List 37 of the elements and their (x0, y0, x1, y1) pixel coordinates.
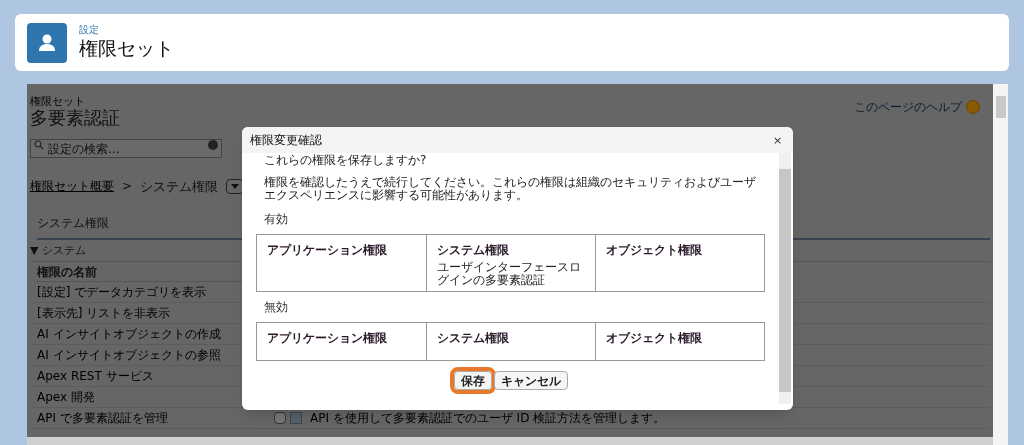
permission-name: [表示先] リストを非表示 (37, 305, 171, 322)
dialog-title: 権限変更確認 (250, 132, 322, 149)
vertical-scrollbar[interactable] (993, 84, 1008, 445)
breadcrumb-link[interactable]: 設定 (79, 24, 174, 37)
table-header: オブジェクト権限 (606, 331, 703, 347)
horizontal-scrollbar[interactable] (27, 437, 993, 445)
permission-name: AI インサイトオブジェクトの作成 (37, 326, 221, 343)
page-title: 権限セット (79, 36, 174, 61)
section-label: 無効 (264, 299, 289, 317)
checkbox[interactable] (274, 412, 286, 424)
page-subtitle: 権限セット (30, 96, 86, 107)
dialog-message: 権限を確認したうえで続行してください。これらの権限は組織のセキュリティおよびユーザエクスペリエンスに影響する可能性があります。 (264, 176, 757, 203)
permission-name: Apex REST サービス (37, 368, 154, 385)
breadcrumb-separator: > (122, 178, 133, 196)
close-button[interactable]: × (770, 132, 785, 148)
dialog-scrollbar[interactable] (779, 153, 791, 404)
search-icon (34, 139, 44, 150)
breadcrumb-link[interactable]: 権限セット概要 (30, 177, 114, 196)
section-label: 有効 (264, 211, 289, 229)
permission-name: AI インサイトオブジェクトの参照 (37, 347, 221, 364)
dialog-question: これらの権限を保存しますか? (264, 153, 428, 168)
permission-description: API を使用して多要素認証でのユーザ ID 検証方法を管理します。 (310, 410, 666, 427)
table-header: オブジェクト権限 (606, 243, 703, 259)
permission-name: API で多要素認証を管理 (37, 410, 168, 427)
table-header: アプリケーション権限 (267, 243, 388, 259)
caret-icon (231, 183, 240, 189)
breadcrumb-current: システム権限 (140, 177, 219, 196)
permission-name: Apex 開発 (37, 389, 95, 406)
cancel-button[interactable]: キャンセル (493, 371, 568, 391)
table-header: システム権限 (437, 243, 510, 259)
search-field[interactable]: 設定の検索... (30, 139, 222, 158)
permission-item: ユーザインターフェースログインの多要素認証 (437, 261, 582, 287)
permission-name: [設定] でデータカテゴリを表示 (37, 284, 207, 301)
record-title: 多要素認証 (30, 107, 120, 130)
table-header: システム権限 (437, 331, 510, 347)
table-header: アプリケーション権限 (267, 331, 388, 347)
user-icon (27, 22, 67, 63)
